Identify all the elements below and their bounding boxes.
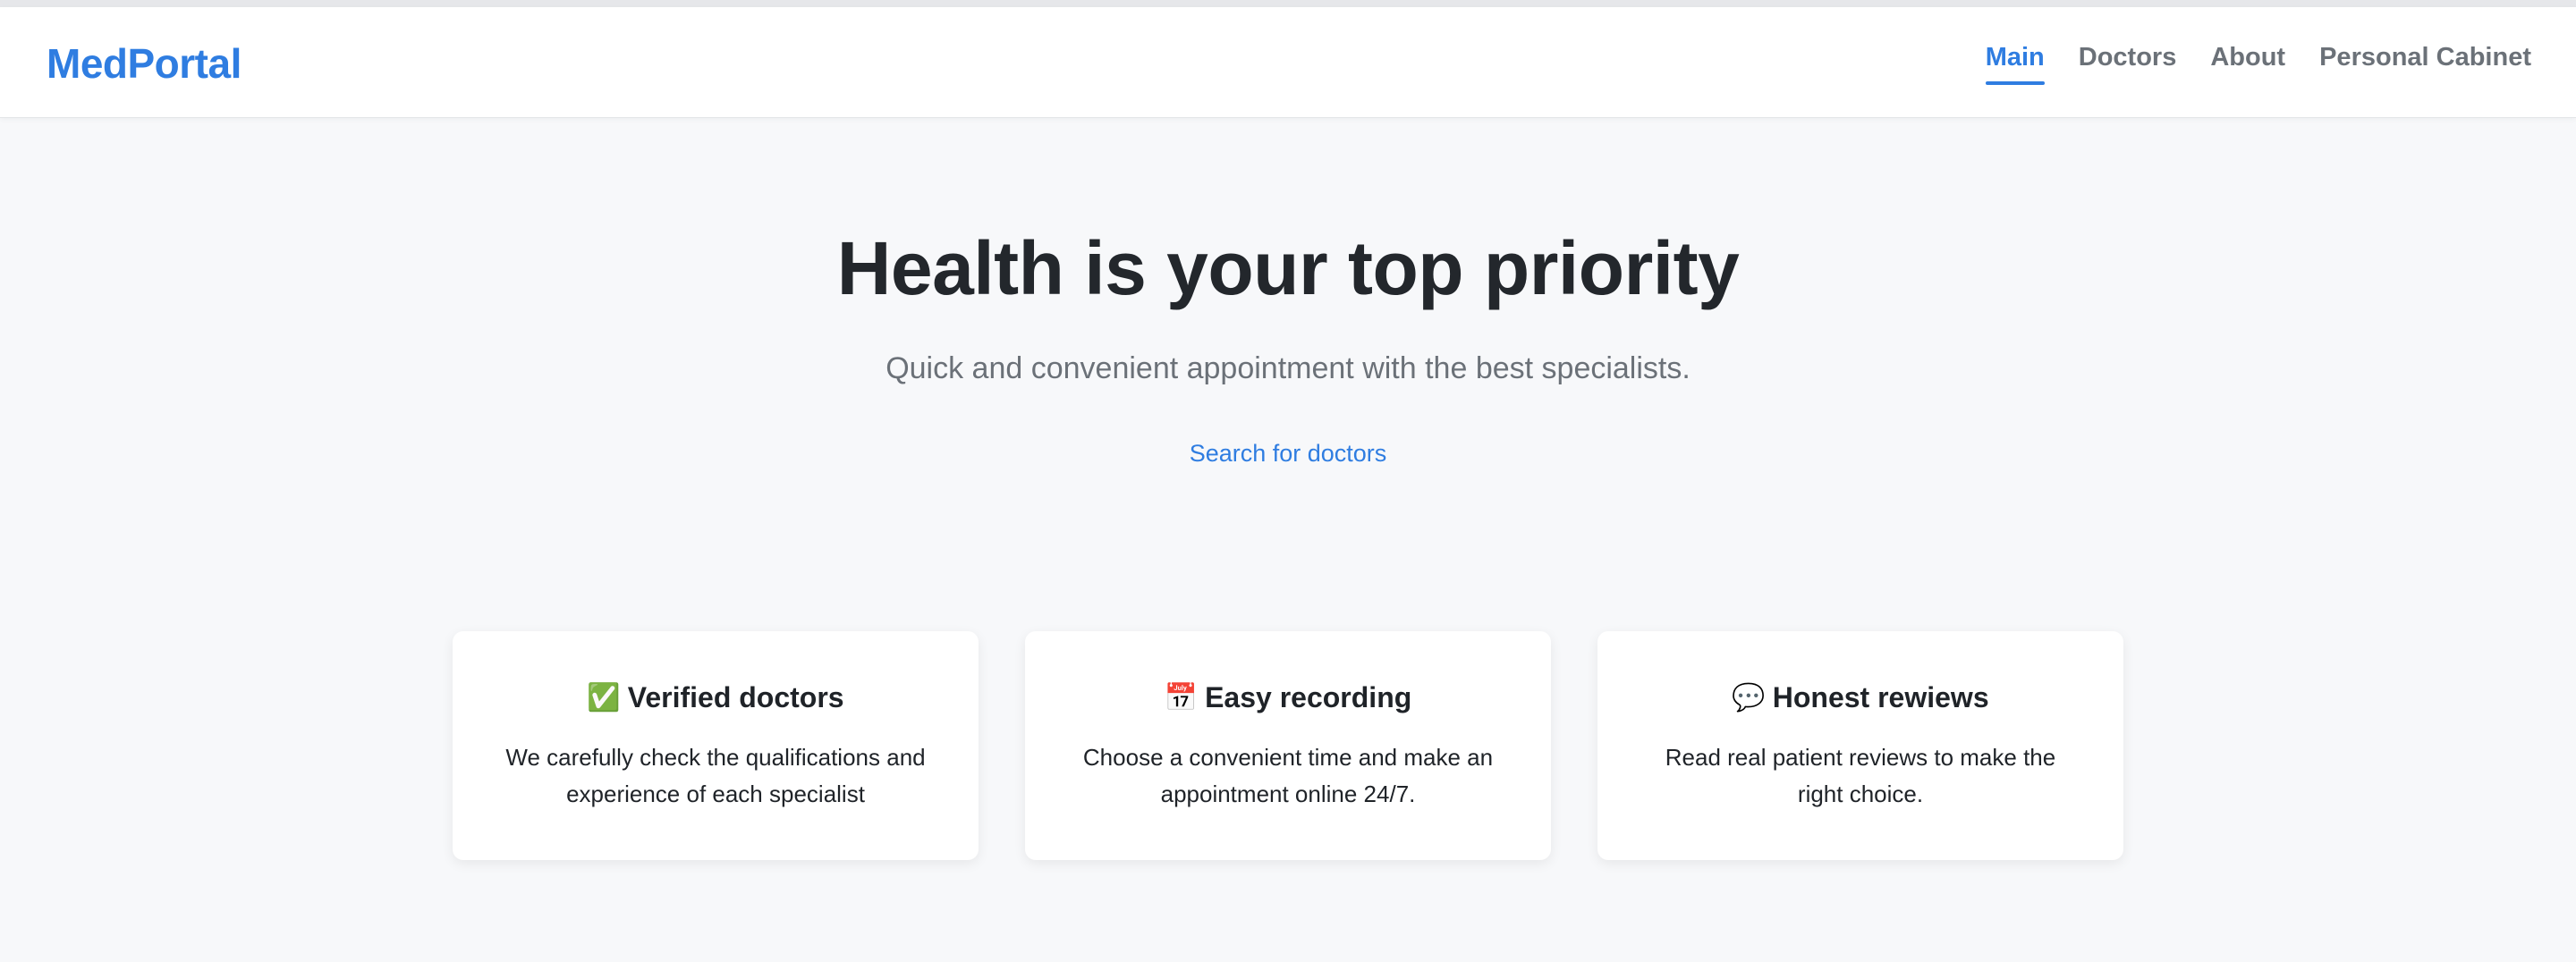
- main-nav: Main Doctors About Personal Cabinet: [1985, 43, 2531, 85]
- hero-section: Health is your top priority Quick and co…: [0, 118, 2576, 468]
- feature-card-verified-doctors: ✅ Verified doctors We carefully check th…: [453, 631, 979, 860]
- nav-link-personal-cabinet[interactable]: Personal Cabinet: [2319, 43, 2531, 85]
- hero-title: Health is your top priority: [836, 226, 1740, 310]
- hero-subtitle: Quick and convenient appointment with th…: [886, 351, 1690, 385]
- feature-title-text: Verified doctors: [627, 681, 844, 713]
- nav-link-main[interactable]: Main: [1985, 43, 2045, 85]
- feature-card-title: ✅ Verified doctors: [453, 681, 979, 714]
- search-doctors-link[interactable]: Search for doctors: [1190, 440, 1387, 468]
- nav-link-doctors[interactable]: Doctors: [2079, 43, 2177, 85]
- feature-title-text: Honest rewiews: [1772, 681, 1989, 713]
- speech-bubble-icon: 💬: [1732, 683, 1766, 713]
- feature-title-text: Easy recording: [1205, 681, 1412, 713]
- feature-card-title: 📅 Easy recording: [1025, 681, 1551, 714]
- nav-link-about[interactable]: About: [2210, 43, 2285, 85]
- feature-card-text: We carefully check the qualifications an…: [505, 744, 926, 807]
- feature-card-honest-reviews: 💬 Honest rewiews Read real patient revie…: [1597, 631, 2123, 860]
- features-section: ✅ Verified doctors We carefully check th…: [453, 631, 2123, 860]
- feature-card-text: Choose a convenient time and make an app…: [1082, 744, 1494, 807]
- feature-card-text: Read real patient reviews to make the ri…: [1665, 744, 2056, 807]
- calendar-icon: 📅: [1164, 683, 1199, 713]
- logo-link[interactable]: MedPortal: [47, 39, 242, 88]
- feature-card-title: 💬 Honest rewiews: [1597, 681, 2123, 714]
- check-mark-icon: ✅: [587, 683, 621, 713]
- navbar: MedPortal Main Doctors About Personal Ca…: [0, 7, 2576, 118]
- feature-card-easy-recording: 📅 Easy recording Choose a convenient tim…: [1025, 631, 1551, 860]
- top-border: [0, 0, 2576, 7]
